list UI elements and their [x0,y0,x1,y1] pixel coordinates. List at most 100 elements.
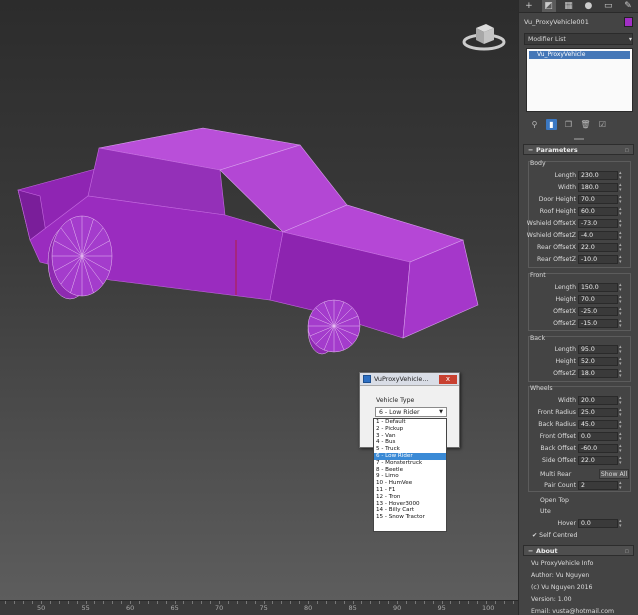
vehicle-type-option[interactable]: 12 - Tron [374,494,446,501]
parameters-rollout-header[interactable]: − Parameters ▫ [523,144,634,155]
spinner-arrows-icon[interactable]: ▴ ▾ [619,481,622,491]
modifier-stack-item[interactable]: Vu_ProxyVehicle [529,51,630,59]
vehicle-type-option[interactable]: 3 - Van [374,433,446,440]
param-spinner[interactable]: 60.0 [578,207,618,216]
modifier-list-dropdown[interactable]: Modifier List ▾ [524,33,633,45]
param-spinner[interactable]: -73.0 [578,219,618,228]
create-tab-icon[interactable]: + [522,0,536,12]
object-color-swatch[interactable] [624,16,633,27]
vehicle-type-option[interactable]: 2 - Pickup [374,426,446,433]
spinner-arrows-icon[interactable]: ▴ ▾ [619,456,622,466]
timeline-tick [121,601,123,604]
vehicle-type-option[interactable]: 11 - F1 [374,487,446,494]
front-wheel [307,299,361,355]
param-spinner[interactable]: 20.0 [578,396,618,405]
param-spinner[interactable]: 22.0 [578,456,618,465]
spinner-arrows-icon[interactable]: ▴ ▾ [619,519,622,529]
vehicle-type-option[interactable]: 6 - Low Rider [374,452,446,460]
vehicle-type-option[interactable]: 14 - Billy Cart [374,507,446,514]
vehicle-type-option[interactable]: 13 - Hover3000 [374,501,446,508]
pin-stack-icon[interactable]: ⚲ [529,119,540,130]
param-label: Front Offset [539,433,576,440]
object-name-field[interactable]: Vu_ProxyVehicle001 [524,18,624,26]
vehicle-type-dropdown-list[interactable]: 1 - Default 2 - Pickup 3 - Van 4 - Bus 5 - T… [373,418,447,532]
self-centred-checkbox[interactable]: ✔ Self Centred [532,532,577,539]
param-spinner[interactable]: 70.0 [578,295,618,304]
close-button[interactable]: x [439,375,457,384]
timeline-tick [14,601,16,604]
hierarchy-tab-icon[interactable]: ▦ [562,0,576,12]
motion-tab-icon[interactable]: ● [581,0,595,12]
modifier-stack[interactable]: Vu_ProxyVehicle [526,48,633,112]
param-spinner[interactable]: 45.0 [578,420,618,429]
spinner-arrows-icon[interactable]: ▴ ▾ [619,195,622,205]
ute-checkbox[interactable]: Ute [540,508,551,515]
viewcube-icon[interactable] [462,18,506,52]
spinner-arrows-icon[interactable]: ▴ ▾ [619,420,622,430]
spinner-arrows-icon[interactable]: ▴ ▾ [619,171,622,181]
timeline-label: 90 [393,604,402,612]
param-spinner[interactable]: -15.0 [578,319,618,328]
param-spinner[interactable]: 22.0 [578,243,618,252]
display-tab-icon[interactable]: ▭ [601,0,615,12]
param-spinner[interactable]: 0.0 [578,432,618,441]
spinner-arrows-icon[interactable]: ▴ ▾ [619,432,622,442]
param-row: Door Height 70.0 ▴ ▾ [519,195,638,205]
param-spinner[interactable]: 95.0 [578,345,618,354]
multi-rear-label: Multi Rear [540,471,572,478]
spinner-arrows-icon[interactable]: ▴ ▾ [619,444,622,454]
make-unique-icon[interactable]: ❐ [563,119,574,130]
about-rollout-header[interactable]: − About ▫ [523,545,634,556]
param-spinner[interactable]: -60.0 [578,444,618,453]
param-spinner[interactable]: 150.0 [578,283,618,292]
show-end-result-icon[interactable]: ▮ [546,118,557,130]
param-spinner[interactable]: 18.0 [578,369,618,378]
param-spinner[interactable]: 52.0 [578,357,618,366]
spinner-arrows-icon[interactable]: ▴ ▾ [619,357,622,367]
configure-sets-icon[interactable]: ☑ [597,119,608,130]
vehicle-type-option[interactable]: 8 - Beetle [374,467,446,474]
modify-tab-icon[interactable]: ◩ [541,0,556,12]
timeline-ruler[interactable]: 50 55 60 65 70 75 80 85 90 95 100 [0,600,518,615]
param-spinner[interactable]: -10.0 [578,255,618,264]
param-spinner[interactable]: 25.0 [578,408,618,417]
rollout-grip[interactable] [574,138,584,140]
spinner-arrows-icon[interactable]: ▴ ▾ [619,345,622,355]
spinner-arrows-icon[interactable]: ▴ ▾ [619,396,622,406]
vehicle-type-option[interactable]: 15 - Snow Tractor [374,514,446,521]
vehicle-type-select[interactable]: 6 - Low Rider ▼ [375,407,447,417]
pair-count-spinner[interactable]: 2 [578,481,618,490]
param-row: Length 95.0 ▴ ▾ [519,345,638,355]
spinner-arrows-icon[interactable]: ▴ ▾ [619,283,622,293]
spinner-arrows-icon[interactable]: ▴ ▾ [619,183,622,193]
about-line: (c) Vu Nguyen 2016 [531,584,593,591]
spinner-arrows-icon[interactable]: ▴ ▾ [619,369,622,379]
param-label: OffsetZ [553,370,576,377]
spinner-arrows-icon[interactable]: ▴ ▾ [619,319,622,329]
utilities-tab-icon[interactable]: ✎ [621,0,635,12]
spinner-arrows-icon[interactable]: ▴ ▾ [619,231,622,241]
param-label: Length [554,284,576,291]
spinner-arrows-icon[interactable]: ▴ ▾ [619,219,622,229]
param-spinner[interactable]: 180.0 [578,183,618,192]
remove-modifier-icon[interactable]: 🗑 [580,119,591,130]
open-top-checkbox[interactable]: Open Top [540,497,569,504]
spinner-arrows-icon[interactable]: ▴ ▾ [619,207,622,217]
vehicle-type-option[interactable]: 9 - Limo [374,473,446,480]
spinner-arrows-icon[interactable]: ▴ ▾ [619,255,622,265]
spinner-arrows-icon[interactable]: ▴ ▾ [619,243,622,253]
param-spinner[interactable]: -4.0 [578,231,618,240]
param-spinner[interactable]: 230.0 [578,171,618,180]
spinner-arrows-icon[interactable]: ▴ ▾ [619,295,622,305]
show-all-button[interactable]: Show All [599,469,629,479]
spinner-arrows-icon[interactable]: ▴ ▾ [619,408,622,418]
param-spinner[interactable]: -25.0 [578,307,618,316]
vehicle-type-option[interactable]: 1 - Default [374,419,446,426]
vehicle-type-option[interactable]: 5 - Truck [374,446,446,453]
param-spinner[interactable]: 70.0 [578,195,618,204]
spinner-arrows-icon[interactable]: ▴ ▾ [619,307,622,317]
vehicle-type-option[interactable]: 10 - HumVee [374,480,446,487]
vehicle-type-option[interactable]: 7 - Monstertruck [374,460,446,467]
hover-spinner[interactable]: 0.0 [578,519,618,528]
vehicle-type-option[interactable]: 4 - Bus [374,439,446,446]
